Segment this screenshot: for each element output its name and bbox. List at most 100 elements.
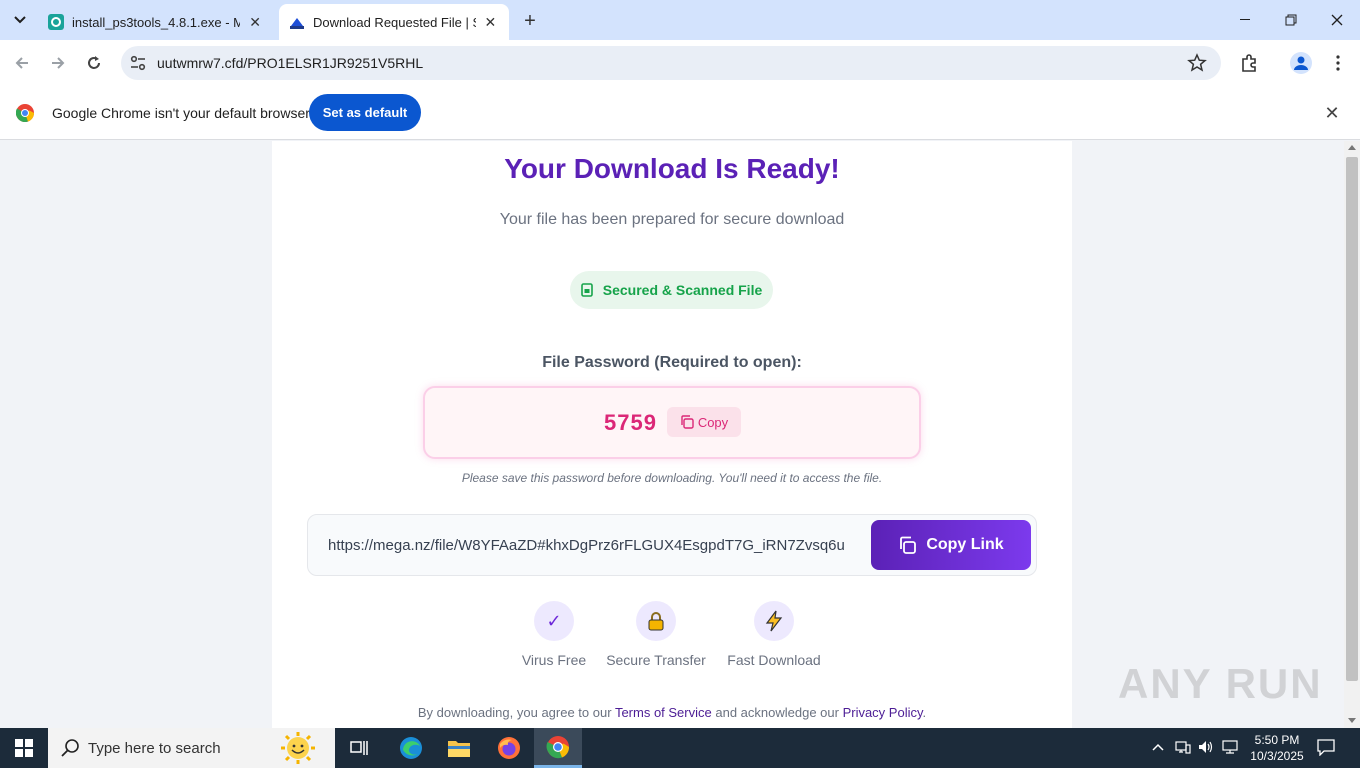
terms-suffix: . bbox=[922, 705, 927, 720]
back-arrow-icon bbox=[15, 57, 28, 69]
copy-link-label: Copy Link bbox=[926, 536, 1004, 553]
task-view-icon bbox=[350, 741, 368, 755]
infobar-close-icon[interactable]: ✕ bbox=[1322, 103, 1342, 123]
shield-file-icon bbox=[580, 283, 593, 297]
tab-title: Download Requested File | Secu bbox=[313, 14, 476, 30]
edge-taskbar-button[interactable] bbox=[387, 728, 435, 768]
feature-label: Fast Download bbox=[727, 652, 821, 668]
firefox-taskbar-button[interactable] bbox=[485, 728, 533, 768]
address-bar[interactable]: uutwmrw7.cfd/PRO1ELSR1JR9251V5RHL bbox=[121, 46, 1221, 80]
firefox-icon bbox=[498, 737, 520, 759]
avatar-icon bbox=[1290, 52, 1312, 74]
edge-icon bbox=[400, 737, 422, 759]
speaker-icon bbox=[1199, 741, 1213, 753]
taskbar-search-placeholder: Type here to search bbox=[88, 740, 221, 757]
puzzle-icon bbox=[1242, 54, 1256, 72]
tab-install-ps3tools[interactable]: install_ps3tools_4.8.1.exe - Mirr ✕ bbox=[38, 4, 274, 40]
tab-search-button[interactable] bbox=[8, 8, 32, 32]
terms-middle: and acknowledge our bbox=[711, 705, 843, 720]
page-scrollbar[interactable] bbox=[1344, 141, 1360, 728]
close-tab-icon[interactable]: ✕ bbox=[246, 13, 264, 31]
clock-date: 10/3/2025 bbox=[1250, 749, 1304, 763]
scroll-up-arrow-icon[interactable] bbox=[1348, 145, 1356, 150]
url-text: uutwmrw7.cfd/PRO1ELSR1JR9251V5RHL bbox=[157, 55, 424, 71]
download-link-input[interactable]: https://mega.nz/file/W8YFAaZD#khxDgPrz6r… bbox=[328, 537, 844, 554]
check-icon: ✓ bbox=[534, 601, 574, 641]
show-hidden-icons-button[interactable] bbox=[1152, 740, 1164, 754]
taskbar-search-box[interactable]: Type here to search bbox=[48, 728, 335, 768]
notification-center-button[interactable] bbox=[1316, 738, 1338, 758]
password-value: 5759 bbox=[604, 410, 657, 435]
download-link-box: https://mega.nz/file/W8YFAaZD#khxDgPrz6r… bbox=[307, 514, 1037, 576]
download-card: Your Download Is Ready! Your file has be… bbox=[272, 141, 1072, 728]
copy-password-button[interactable]: Copy bbox=[667, 407, 741, 437]
copy-icon bbox=[681, 415, 694, 429]
copy-password-label: Copy bbox=[697, 414, 729, 430]
ethernet-tray-icon[interactable] bbox=[1222, 740, 1238, 757]
forward-button[interactable] bbox=[45, 50, 71, 76]
reload-icon bbox=[88, 56, 100, 69]
lightning-icon bbox=[754, 601, 794, 641]
tab-strip: install_ps3tools_4.8.1.exe - Mirr ✕ Down… bbox=[0, 0, 1360, 40]
scroll-down-arrow-icon[interactable] bbox=[1348, 718, 1356, 723]
tab-download-requested[interactable]: Download Requested File | Secu ✕ bbox=[279, 4, 509, 40]
scrollbar-thumb[interactable] bbox=[1346, 157, 1358, 681]
tab-title: install_ps3tools_4.8.1.exe - Mirr bbox=[72, 14, 241, 30]
close-window-button[interactable] bbox=[1314, 0, 1360, 40]
network-icon bbox=[1175, 741, 1191, 754]
notification-icon bbox=[1317, 739, 1335, 757]
terms-prefix: By downloading, you agree to our bbox=[417, 705, 615, 720]
menu-button[interactable] bbox=[1326, 51, 1350, 75]
secure-badge-text: Secured & Scanned File bbox=[602, 282, 763, 298]
back-button[interactable] bbox=[9, 50, 35, 76]
copy-link-button[interactable]: Copy Link bbox=[871, 520, 1031, 570]
infobar-message: Google Chrome isn't your default browser bbox=[52, 105, 310, 121]
page-subtitle: Your file has been prepared for secure d… bbox=[499, 211, 845, 228]
file-explorer-button[interactable] bbox=[435, 728, 483, 768]
default-browser-infobar: Google Chrome isn't your default browser… bbox=[0, 86, 1360, 140]
page-title: Your Download Is Ready! bbox=[504, 153, 840, 184]
new-tab-button[interactable]: + bbox=[518, 9, 542, 33]
chrome-logo-icon bbox=[16, 104, 34, 122]
taskbar-clock[interactable]: 5:50 PM 10/3/2025 bbox=[1248, 732, 1306, 764]
start-button[interactable] bbox=[0, 728, 48, 768]
password-note: Please save this password before downloa… bbox=[461, 471, 883, 485]
anyrun-watermark: ANY RUN bbox=[1118, 660, 1323, 707]
forward-arrow-icon bbox=[52, 57, 65, 69]
windows-taskbar: Type here to search 5:50 PM 10/3/2025 bbox=[0, 728, 1360, 768]
folder-icon bbox=[448, 741, 470, 757]
terms-of-service-link[interactable]: Terms of Service bbox=[615, 705, 712, 720]
close-tab-icon[interactable]: ✕ bbox=[482, 13, 499, 31]
profile-button[interactable] bbox=[1289, 51, 1313, 75]
search-icon bbox=[61, 739, 79, 757]
reload-button[interactable] bbox=[81, 50, 107, 76]
clock-time: 5:50 PM bbox=[1254, 733, 1300, 747]
chrome-taskbar-button[interactable] bbox=[534, 728, 582, 768]
chevron-up-icon bbox=[1152, 743, 1164, 751]
feature-secure-transfer: Secure Transfer bbox=[596, 601, 716, 668]
minimize-button[interactable] bbox=[1222, 0, 1268, 40]
task-view-button[interactable] bbox=[336, 728, 384, 768]
volume-tray-icon[interactable] bbox=[1198, 740, 1214, 757]
monitor-icon bbox=[1222, 740, 1238, 754]
restore-button[interactable] bbox=[1268, 0, 1314, 40]
minimize-icon bbox=[1240, 19, 1250, 20]
feature-label: Secure Transfer bbox=[606, 652, 706, 668]
site-info-icon bbox=[130, 55, 146, 71]
set-as-default-button[interactable]: Set as default bbox=[309, 94, 421, 131]
bookmark-star-icon[interactable] bbox=[1187, 53, 1207, 73]
extensions-button[interactable] bbox=[1237, 51, 1261, 75]
browser-toolbar: uutwmrw7.cfd/PRO1ELSR1JR9251V5RHL bbox=[0, 40, 1360, 86]
terms-text: By downloading, you agree to our Terms o… bbox=[272, 705, 1072, 720]
lock-icon bbox=[636, 601, 676, 641]
close-icon bbox=[1331, 14, 1343, 26]
network-tray-icon[interactable] bbox=[1175, 740, 1191, 757]
feature-fast-download: Fast Download bbox=[714, 601, 834, 668]
copy-icon bbox=[900, 536, 917, 554]
kebab-menu-icon bbox=[1336, 55, 1340, 71]
windows-logo-icon bbox=[15, 739, 33, 757]
weather-sun-icon[interactable] bbox=[270, 731, 326, 765]
download-favicon-icon bbox=[290, 18, 304, 29]
chevron-down-icon bbox=[14, 16, 26, 24]
privacy-policy-link[interactable]: Privacy Policy bbox=[843, 705, 923, 720]
